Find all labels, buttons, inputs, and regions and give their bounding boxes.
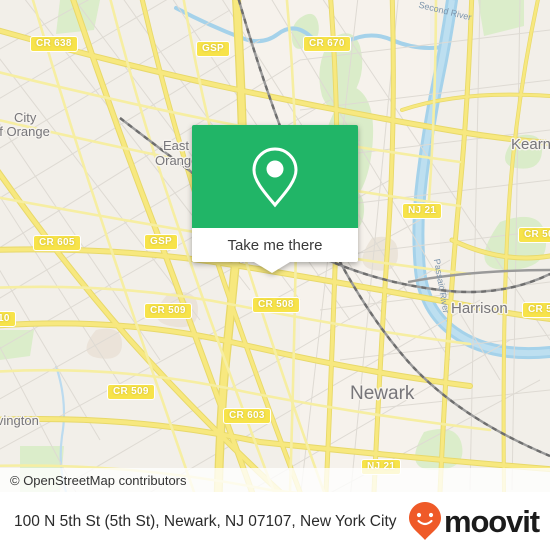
- address-footer: 100 N 5th St (5th St), Newark, NJ 07107,…: [0, 492, 550, 550]
- shield-cr-605[interactable]: CR 605: [33, 235, 81, 251]
- location-pin-outline-icon: [252, 146, 298, 207]
- place-harrison: Harrison: [451, 300, 508, 317]
- card-header: [192, 125, 358, 228]
- moovit-wordmark: moovit: [444, 503, 540, 539]
- take-me-there-label: Take me there: [227, 236, 323, 254]
- location-callout-card[interactable]: Take me there: [192, 125, 358, 273]
- shield-gsp-top[interactable]: GSP: [196, 41, 231, 57]
- card-footer[interactable]: Take me there: [192, 228, 358, 273]
- moovit-logo[interactable]: moovit: [404, 501, 540, 541]
- moovit-pin-smiley-icon: [409, 502, 441, 540]
- shield-i-280[interactable]: 10: [0, 311, 16, 327]
- shield-cr-50x-right[interactable]: CR 50: [518, 227, 550, 243]
- shield-cr-509-upper[interactable]: CR 509: [144, 303, 192, 319]
- shield-nj-21-mid[interactable]: NJ 21: [402, 203, 443, 219]
- place-of-orange: of Orange: [0, 124, 50, 139]
- shield-cr-509-lower[interactable]: CR 509: [107, 384, 155, 400]
- shield-cr-603[interactable]: CR 603: [223, 408, 271, 424]
- place-kearny: Kearny: [511, 136, 550, 153]
- place-irvington: ivington: [0, 413, 39, 428]
- place-city-of-orange: City: [14, 110, 37, 125]
- attribution-text[interactable]: © OpenStreetMap contributors: [0, 473, 187, 488]
- shield-cr-50x-edge[interactable]: CR 5: [522, 302, 550, 318]
- place-newark: Newark: [350, 383, 415, 404]
- address-text: 100 N 5th St (5th St), Newark, NJ 07107,…: [14, 512, 397, 530]
- shield-cr-508[interactable]: CR 508: [252, 297, 300, 313]
- shield-gsp-mid[interactable]: GSP: [144, 234, 179, 250]
- callout-tail: [254, 262, 290, 273]
- map-screen: CR 638 GSP CR 670 NJ 21 CR 50 CR 605 GSP…: [0, 0, 550, 550]
- map-attribution-bar: © OpenStreetMap contributors: [0, 468, 550, 492]
- shield-cr-670[interactable]: CR 670: [303, 36, 351, 52]
- shield-cr-638[interactable]: CR 638: [30, 36, 78, 52]
- map-viewport[interactable]: CR 638 GSP CR 670 NJ 21 CR 50 CR 605 GSP…: [0, 0, 550, 492]
- place-east: East: [163, 138, 190, 153]
